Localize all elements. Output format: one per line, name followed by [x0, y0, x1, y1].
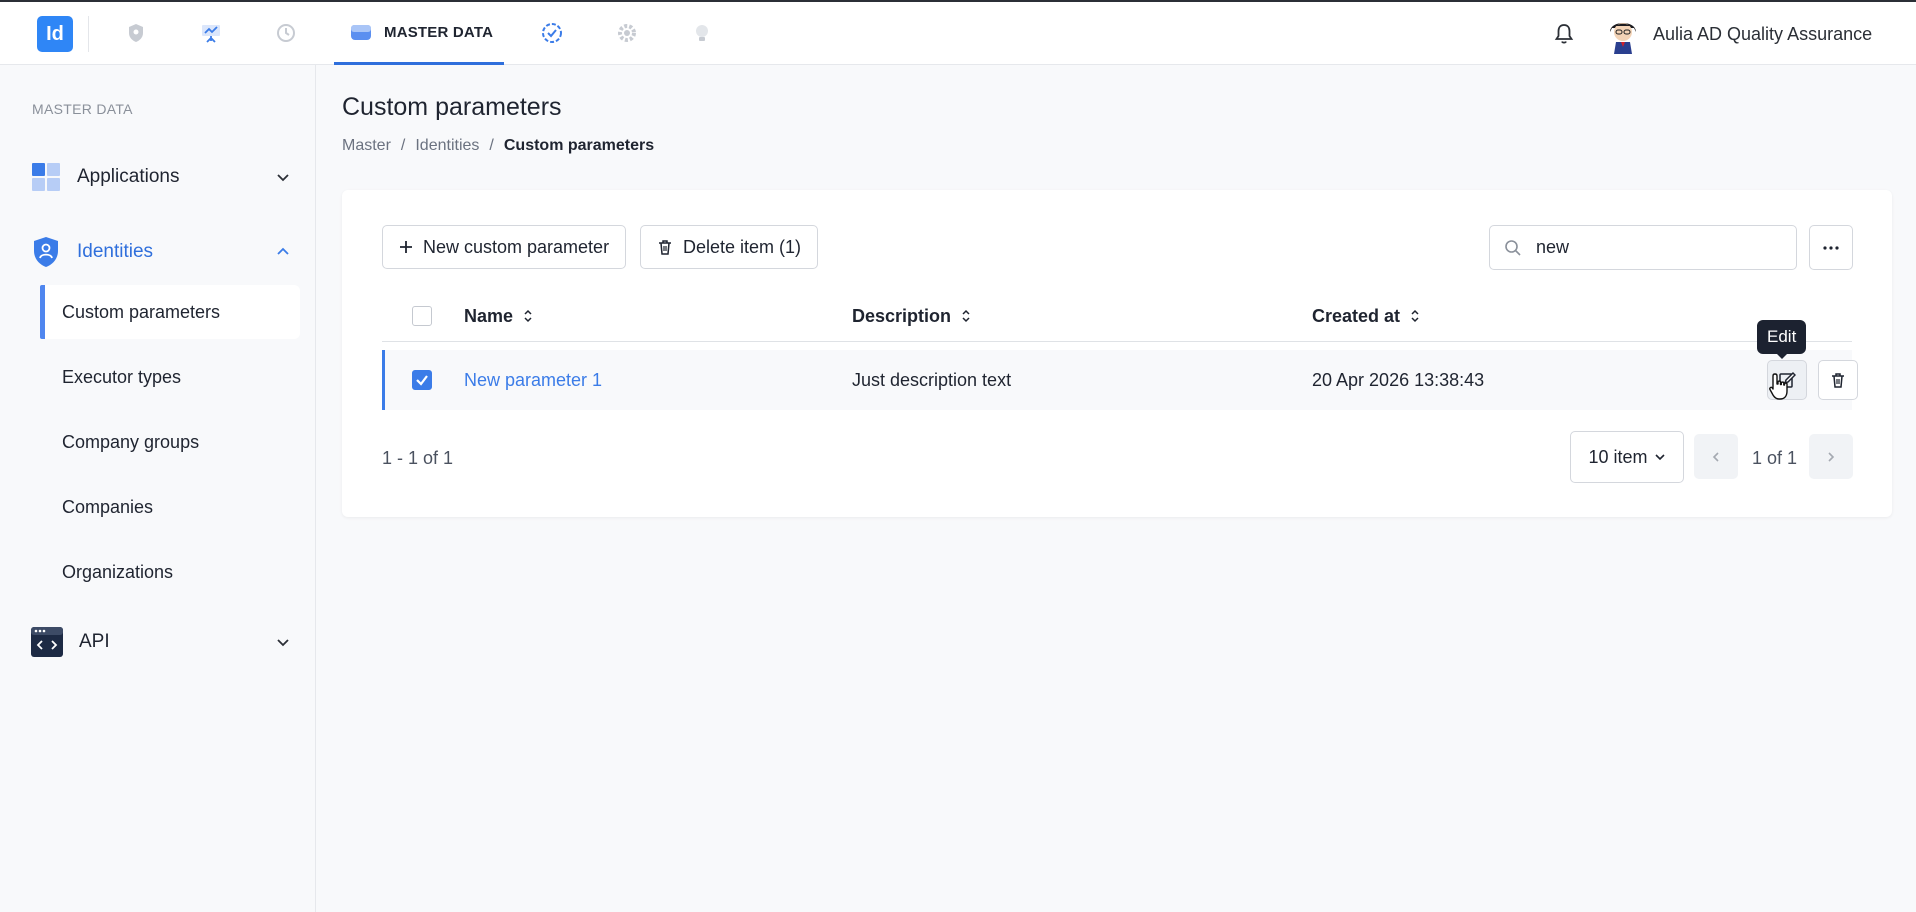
column-header-created-at[interactable]: Created at: [1312, 290, 1420, 342]
breadcrumb-separator: /: [489, 137, 494, 154]
page-title: Custom parameters: [342, 93, 562, 121]
history-clock-icon[interactable]: [272, 19, 300, 47]
sort-icon: [524, 309, 532, 323]
column-header-label: Name: [464, 305, 514, 326]
delete-item-button[interactable]: Delete item (1): [640, 225, 819, 269]
pagination-range: 1 - 1 of 1: [382, 448, 454, 468]
chevron-right-icon: [1828, 451, 1835, 462]
trash-icon: [659, 240, 671, 255]
sidebar-group-label: API: [79, 631, 110, 652]
breadcrumb-identities[interactable]: Identities: [415, 137, 479, 155]
sidebar-group-label: Applications: [77, 166, 180, 187]
breadcrumb-separator: /: [400, 137, 406, 154]
api-code-icon: [31, 627, 63, 657]
checkmark-icon: [416, 375, 428, 386]
logo-divider: [88, 16, 89, 52]
chevron-down-icon: [1654, 454, 1665, 461]
select-all-checkbox[interactable]: [412, 306, 432, 326]
search-icon: [1505, 239, 1521, 256]
top-bar: Id MASTER DATA Aulia AD Quality Assuranc…: [0, 0, 1916, 65]
table-header: Name Description Created at: [382, 290, 1852, 342]
sidebar-group-api[interactable]: API: [31, 622, 291, 662]
chevron-up-icon: [277, 247, 289, 255]
next-page-button[interactable]: [1809, 434, 1853, 479]
column-header-label: Description: [852, 305, 952, 326]
shield-icon[interactable]: [122, 19, 150, 47]
search-input[interactable]: [1536, 237, 1766, 258]
database-icon: [351, 25, 371, 40]
user-name[interactable]: Aulia AD Quality Assurance: [1653, 24, 1872, 45]
sidebar-section-label: MASTER DATA: [32, 101, 133, 117]
chevron-down-icon: [277, 639, 289, 647]
more-options-button[interactable]: [1809, 225, 1853, 270]
items-per-page-select[interactable]: 10 item: [1570, 431, 1684, 483]
chevron-left-icon: [1712, 451, 1719, 462]
row-created-at: 20 Apr 2026 13:38:43: [1312, 369, 1485, 390]
previous-page-button[interactable]: [1694, 434, 1738, 479]
avatar[interactable]: [1604, 14, 1642, 54]
tab-master-data[interactable]: MASTER DATA: [334, 2, 504, 65]
column-header-name[interactable]: Name: [464, 290, 533, 342]
page-indicator: 1 of 1: [1752, 448, 1798, 468]
plus-icon: [400, 241, 412, 253]
more-horizontal-icon: [1823, 245, 1839, 250]
per-page-value: 10 item: [1588, 446, 1648, 467]
row-checkbox[interactable]: [412, 370, 432, 390]
table-row[interactable]: New parameter 1 Just description text 20…: [382, 350, 1858, 410]
breadcrumb-master[interactable]: Master: [342, 137, 391, 155]
sidebar: MASTER DATA Applications Identities Cust…: [0, 65, 316, 912]
edit-tooltip: Edit: [1757, 320, 1807, 359]
sidebar-group-applications[interactable]: Applications: [31, 157, 291, 197]
app-logo[interactable]: Id: [37, 16, 73, 52]
identity-shield-icon: [34, 237, 58, 267]
bell-icon[interactable]: [1551, 21, 1577, 47]
lightbulb-icon[interactable]: [688, 19, 716, 47]
search-box[interactable]: [1489, 225, 1797, 270]
chevron-down-icon: [277, 174, 289, 182]
sidebar-item-companies[interactable]: Companies: [40, 480, 300, 534]
delete-button-label: Delete item (1): [683, 236, 802, 257]
presentation-icon[interactable]: [197, 19, 225, 47]
sidebar-item-organizations[interactable]: Organizations: [40, 545, 300, 599]
new-custom-parameter-button[interactable]: New custom parameter: [382, 225, 627, 269]
sidebar-group-identities[interactable]: Identities: [31, 232, 291, 272]
hand-cursor-icon: [1769, 373, 1788, 400]
gear-icon[interactable]: [613, 19, 641, 47]
new-button-label: New custom parameter: [423, 236, 610, 257]
check-badge-icon[interactable]: [538, 19, 566, 47]
sort-icon: [962, 309, 970, 323]
content-card: New custom parameter Delete item (1) Nam…: [342, 190, 1892, 517]
breadcrumb: Master / Identities / Custom parameters: [342, 137, 654, 155]
tab-master-data-label: MASTER DATA: [384, 23, 494, 41]
sort-icon: [1411, 309, 1419, 323]
column-header-label: Created at: [1312, 305, 1401, 326]
applications-grid-icon: [32, 163, 60, 191]
column-header-description[interactable]: Description: [852, 290, 971, 342]
sidebar-item-company-groups[interactable]: Company groups: [40, 415, 300, 469]
row-description: Just description text: [852, 369, 1012, 390]
row-name-link[interactable]: New parameter 1: [464, 350, 602, 410]
sidebar-item-executor-types[interactable]: Executor types: [40, 350, 300, 404]
trash-icon: [1832, 373, 1844, 388]
breadcrumb-current: Custom parameters: [503, 137, 655, 154]
sidebar-group-label: Identities: [77, 241, 154, 262]
sidebar-item-custom-parameters[interactable]: Custom parameters: [40, 285, 300, 339]
delete-row-button[interactable]: [1818, 360, 1858, 400]
